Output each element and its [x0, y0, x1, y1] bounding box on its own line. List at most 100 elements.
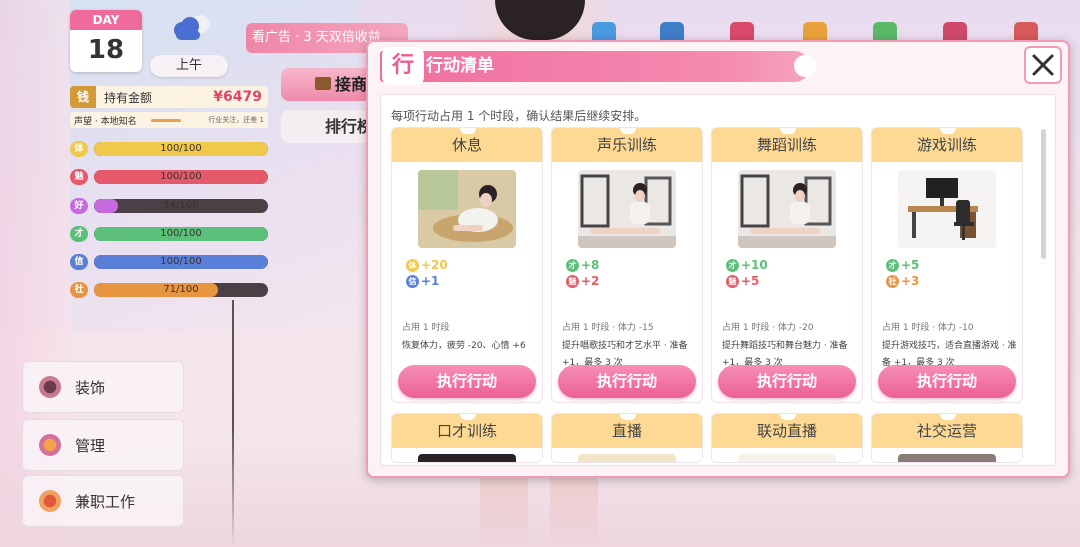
card-image-preview: [738, 454, 836, 462]
effect-row: 体 +20: [406, 258, 448, 272]
reputation-progress-bar: [150, 118, 181, 122]
stat-row-talent: 才 100/100: [70, 226, 268, 242]
execute-action-button[interactable]: 执行行动: [398, 365, 536, 398]
stat-affection-value: 14/100: [163, 200, 199, 211]
card-title-text: 社交运营: [916, 422, 977, 440]
effect-icon: 信: [406, 274, 419, 288]
stat-social-icon: 社: [70, 282, 88, 298]
stat-social-value: 71/100: [163, 284, 199, 295]
briefcase-icon: [315, 77, 331, 90]
effect-value: +3: [901, 274, 920, 288]
part-time-job-label: 兼职工作: [75, 492, 136, 511]
action-card-dance-training: 舞蹈训练才 +10 魅 +5 占用 1 时段 · 体力 -20 提升舞蹈技巧和舞台魅力 ·…: [711, 127, 863, 403]
card-title: 声乐训练: [552, 128, 702, 162]
stat-charm-value: 100/100: [160, 171, 202, 182]
stat-talent-bar: 100/100: [94, 227, 268, 241]
close-icon: [1032, 54, 1054, 76]
action-card-vocal-training: 声乐训练才 +8 魅 +2 占用 1 时段 · 体力 -15 提升唱歌技巧和才艺水平 · …: [551, 127, 703, 403]
money-row: 钱 持有金额 ¥6479: [70, 86, 268, 108]
time-of-day: 上午: [150, 55, 228, 77]
stat-trust-value: 100/100: [160, 256, 202, 267]
reputation-label: 声望 · 本地知名: [74, 116, 137, 127]
execute-action-button[interactable]: 执行行动: [718, 365, 856, 398]
money-value: ¥6479: [213, 89, 262, 105]
card-title-text: 休息: [451, 136, 482, 154]
stat-row-trust: 信 100/100: [70, 254, 268, 270]
stat-trust-bar: 100/100: [94, 255, 268, 269]
stat-social-bar: 71/100: [94, 283, 268, 297]
card-title: 直播: [552, 414, 702, 448]
stat-row-social: 社 71/100: [70, 282, 268, 298]
stat-affection-bar: 14/100: [94, 199, 268, 213]
card-notch: [620, 414, 636, 420]
card-notch: [780, 414, 796, 420]
action-list-modal: 行 行动清单 每项行动占用 1 个时段，确认结果后继续安排。 休息体 +20 信 +1…: [366, 40, 1070, 478]
scrollbar[interactable]: [1041, 129, 1046, 259]
reputation-note: 行业关注，还差 1: [208, 116, 264, 124]
action-card-collab-livestream: 联动直播: [711, 413, 863, 463]
reputation-row: 声望 · 本地知名 行业关注，还差 1: [70, 112, 268, 128]
stat-stamina-icon: 体: [70, 141, 88, 157]
action-card-rest: 休息体 +20 信 +1 占用 1 时段恢复体力，疲劳 -20、心情 +6 执行行动: [391, 127, 543, 403]
card-title-text: 声乐训练: [596, 136, 657, 154]
money-badge: 钱: [70, 86, 96, 108]
effect-value: +5: [901, 258, 920, 272]
effect-value: +5: [741, 274, 760, 288]
action-card-game-training: 游戏训练才 +5 社 +3 占用 1 时段 · 体力 -10 提升游戏技巧，适合直播游戏 …: [871, 127, 1023, 403]
effect-row: 才 +10: [726, 258, 768, 272]
modal-header: 行 行动清单: [380, 47, 816, 85]
card-title: 社交运营: [872, 414, 1022, 448]
effect-icon: 体: [406, 258, 419, 272]
gym-stretching-image: [578, 170, 676, 248]
resting-woman-image: [418, 170, 516, 248]
stat-talent-icon: 才: [70, 226, 88, 242]
stat-stamina-bar: 100/100: [94, 142, 268, 156]
stat-charm-bar: 100/100: [94, 170, 268, 184]
card-title: 休息: [392, 128, 542, 162]
effect-row: 才 +8: [566, 258, 599, 272]
action-list-panel: 每项行动占用 1 个时段，确认结果后继续安排。 休息体 +20 信 +1 占用 1 时段…: [380, 94, 1056, 466]
decoration-label: 装饰: [75, 378, 106, 397]
effect-value: +1: [421, 274, 440, 288]
card-title: 游戏训练: [872, 128, 1022, 162]
card-notch: [940, 414, 956, 420]
execute-action-button[interactable]: 执行行动: [558, 365, 696, 398]
effect-icon: 社: [886, 274, 899, 288]
action-card-social-operations: 社交运营: [871, 413, 1023, 463]
effect-row: 信 +1: [406, 274, 439, 288]
action-card-speech-training: 口才训练: [391, 413, 543, 463]
effect-row: 魅 +5: [726, 274, 759, 288]
effect-value: +2: [581, 274, 600, 288]
execute-action-button[interactable]: 执行行动: [878, 365, 1016, 398]
card-notch: [460, 128, 476, 134]
management-label: 管理: [75, 436, 106, 455]
card-meta: 占用 1 时段: [402, 323, 450, 333]
stat-talent-value: 100/100: [160, 228, 202, 239]
money-label: 持有金额: [104, 90, 153, 105]
management-button[interactable]: 管理: [22, 419, 184, 471]
effect-icon: 才: [726, 258, 739, 272]
card-title-text: 联动直播: [756, 422, 817, 440]
stat-affection-icon: 好: [70, 198, 88, 214]
card-meta: 占用 1 时段 · 体力 -10: [882, 323, 974, 333]
card-notch: [940, 128, 956, 134]
card-description: 恢复体力，疲劳 -20、心情 +6: [402, 341, 526, 351]
stat-stamina-value: 100/100: [160, 143, 202, 154]
part-time-job-button[interactable]: 兼职工作: [22, 475, 184, 527]
stat-row-charm: 魅 100/100: [70, 169, 268, 185]
effect-icon: 魅: [566, 274, 579, 288]
decoration-button[interactable]: 装饰: [22, 361, 184, 413]
stat-charm-icon: 魅: [70, 169, 88, 185]
modal-title: 行动清单: [426, 56, 494, 76]
decoration-icon: [39, 376, 61, 398]
card-image-preview: [898, 454, 996, 462]
cloudy-weather-icon: [174, 15, 210, 40]
card-title-text: 口才训练: [436, 422, 497, 440]
action-card-livestream: 直播: [551, 413, 703, 463]
card-title: 舞蹈训练: [712, 128, 862, 162]
stat-row-affection: 好 14/100: [70, 198, 268, 214]
close-button[interactable]: [1024, 46, 1062, 84]
card-notch: [620, 128, 636, 134]
effect-icon: 才: [566, 258, 579, 272]
effect-row: 魅 +2: [566, 274, 599, 288]
